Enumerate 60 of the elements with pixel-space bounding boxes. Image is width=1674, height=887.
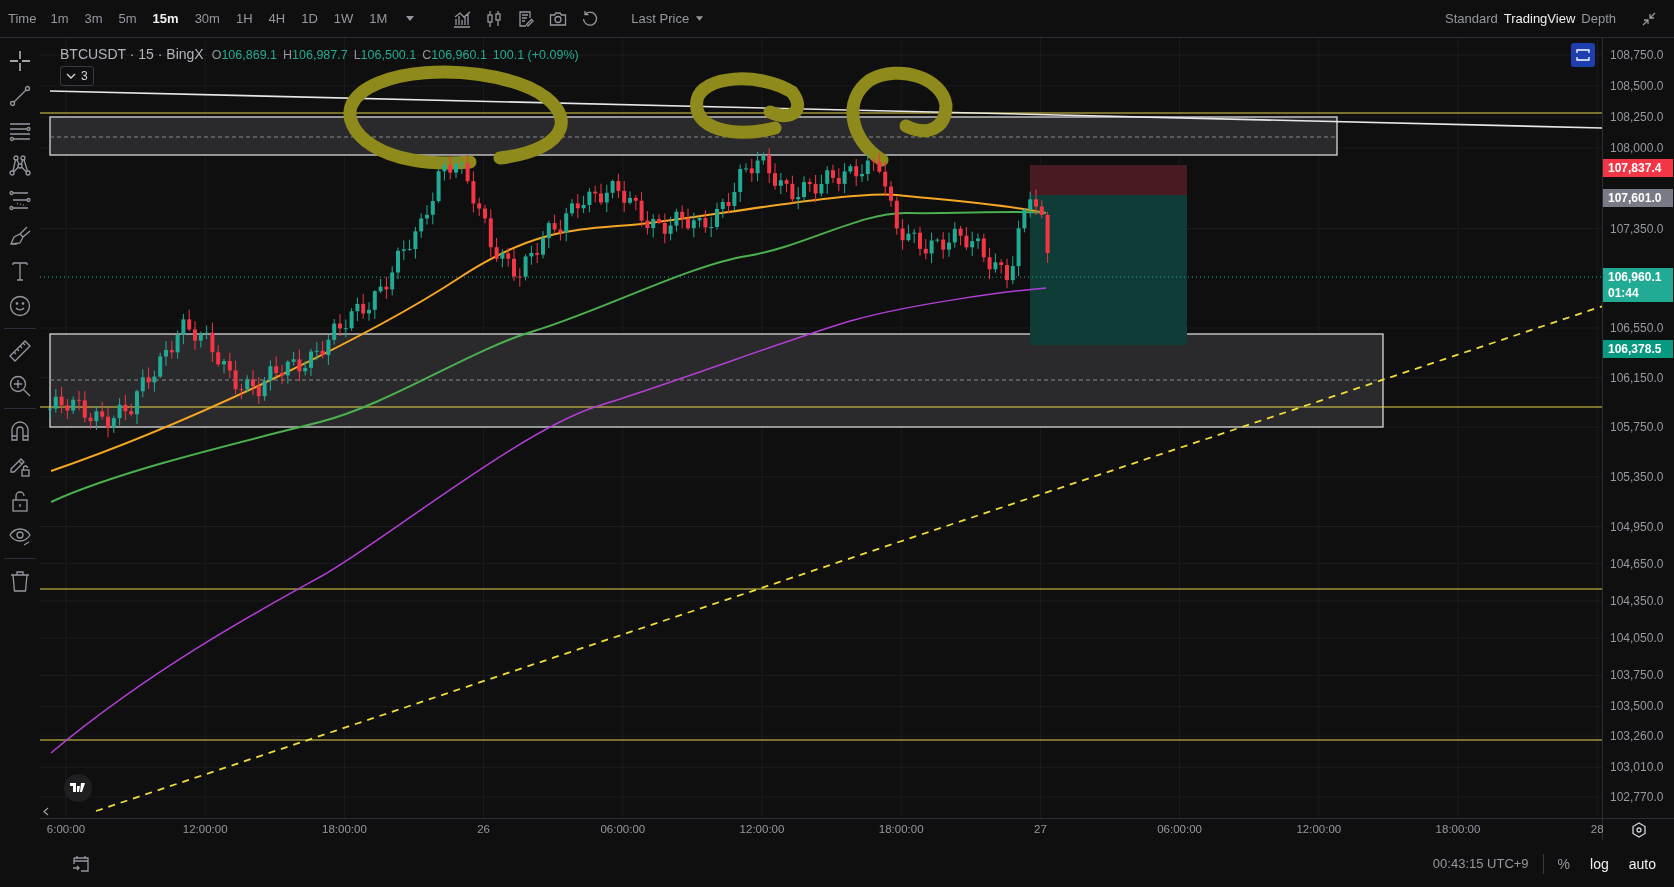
time-tick: 06:00:00 [600, 823, 646, 835]
interval-tab[interactable]: 1W [333, 11, 354, 26]
interval-tab[interactable]: 30m [194, 11, 220, 26]
time-tick: 12:00:00 [1296, 823, 1342, 835]
price-tick: 107,350.0 [1610, 220, 1664, 237]
price-tag: 106,960.1 01:44 [1603, 268, 1673, 303]
symbol-title: BTCUSDT · 15 · BingX [60, 46, 204, 62]
price-tick: 108,250.0 [1610, 109, 1664, 126]
view-tab[interactable]: TradingView [1503, 11, 1576, 26]
price-tick: 108,000.0 [1610, 140, 1664, 157]
price-tick: 108,750.0 [1610, 47, 1664, 63]
time-tick: 28 [1590, 823, 1604, 835]
interval-tab[interactable]: 5m [118, 11, 137, 26]
time-tick: 26 [477, 823, 490, 835]
time-tick: 27 [1034, 823, 1047, 835]
time-tick: 06:00:00 [1157, 823, 1202, 835]
price-change: 100.1 (+0.09%) [492, 48, 579, 62]
time-tick: 6:00:00 [46, 823, 86, 835]
interval-tab[interactable]: 1M [369, 11, 388, 26]
ohlc-value: O106,869.1 [211, 48, 277, 62]
interval-tab[interactable]: 1H [235, 11, 253, 26]
price-tick: 105,750.0 [1610, 419, 1664, 436]
view-tab[interactable]: Standard [1445, 11, 1498, 26]
interval-tab[interactable]: 1D [301, 11, 318, 26]
price-tick: 105,350.0 [1610, 468, 1664, 485]
interval-tab[interactable]: 4H [268, 11, 286, 26]
indicators-toggle[interactable]: 3 [60, 66, 94, 86]
time-tick: 12:00:00 [739, 823, 785, 835]
time-tick: 18:00:00 [322, 823, 367, 835]
interval-tab[interactable]: 3m [84, 11, 103, 26]
ohlc-value: H106,987.7 [283, 48, 348, 62]
interval-tab[interactable]: 15m [152, 11, 179, 26]
price-tick: 106,150.0 [1610, 369, 1664, 386]
price-tag: 106,378.5 [1603, 340, 1673, 359]
price-tick: 103,500.0 [1610, 698, 1664, 715]
time-tick: 12:00:00 [182, 823, 228, 835]
price-tick: 103,750.0 [1610, 667, 1664, 684]
log-toggle[interactable]: log [1590, 855, 1609, 872]
price-tick: 108,500.0 [1610, 78, 1664, 94]
price-tick: 104,050.0 [1610, 630, 1664, 647]
time-label: Time [8, 11, 37, 26]
interval-tab[interactable]: 1m [50, 11, 69, 26]
ohlc-value: C106,960.1 [422, 48, 487, 62]
ohlc-value: L106,500.1 [353, 48, 417, 62]
price-tick: 102,770.0 [1610, 789, 1664, 805]
price-tag: 107,837.4 [1603, 159, 1673, 178]
price-tick: 104,650.0 [1610, 555, 1664, 572]
percent-toggle[interactable]: % [1557, 855, 1571, 872]
price-tag: 107,601.0 [1603, 188, 1673, 207]
time-tick: 18:00:00 [878, 823, 924, 835]
view-tab[interactable]: Depth [1581, 11, 1616, 26]
clock-text: 00:43:15 UTC+9 [1432, 856, 1529, 871]
price-tick: 104,350.0 [1610, 592, 1664, 609]
auto-toggle[interactable]: auto [1628, 855, 1656, 872]
price-tick: 103,010.0 [1610, 759, 1664, 776]
price-tick: 103,260.0 [1610, 728, 1664, 745]
price-source-dropdown[interactable]: Last Price [631, 11, 705, 26]
price-tick: 106,550.0 [1610, 319, 1664, 336]
time-tick: 18:00:00 [1435, 823, 1481, 835]
price-tick: 104,950.0 [1610, 518, 1664, 535]
